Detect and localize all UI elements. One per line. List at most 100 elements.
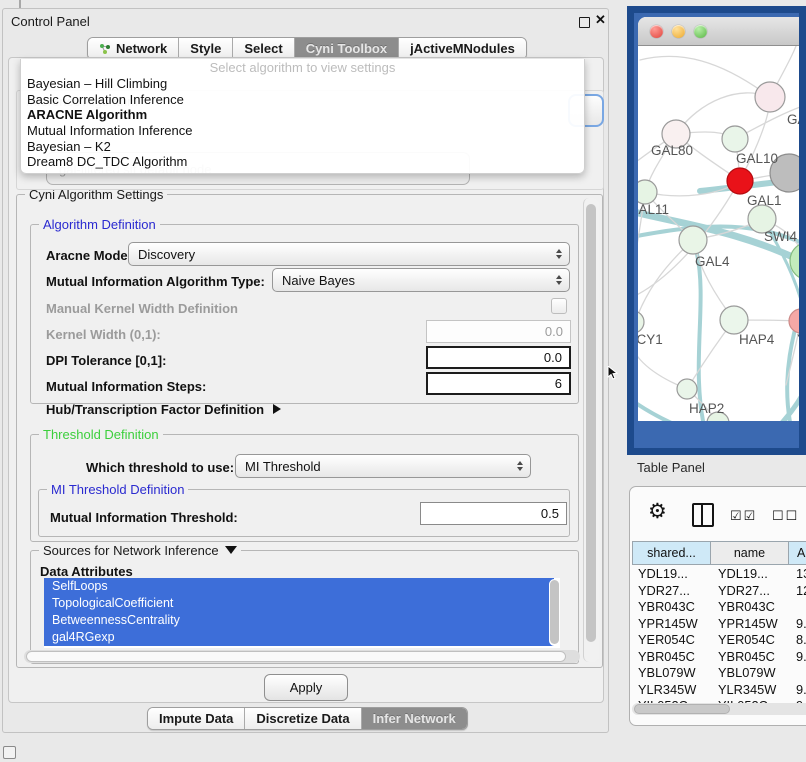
network-window-titlebar[interactable] [638, 17, 806, 46]
table-row[interactable]: YBR045C YBR045C 9. [632, 649, 806, 666]
dpi-tolerance-field[interactable]: 0.0 [426, 346, 571, 369]
algorithm-option[interactable]: ARACNE Algorithm [21, 107, 584, 123]
mi-steps-field[interactable]: 6 [426, 372, 571, 395]
algorithm-option[interactable]: Bayesian – K2 [21, 139, 584, 155]
network-edge[interactable] [640, 56, 770, 97]
cell-shared-name: YER054C [632, 632, 711, 649]
tab-cyni-toolbox[interactable]: Cyni Toolbox [295, 38, 399, 59]
table-hscrollbar[interactable] [632, 703, 806, 715]
gear-icon[interactable]: ⚙ [648, 499, 667, 524]
aracne-mode-label: Aracne Mode: [46, 248, 132, 263]
settings-scrollbar[interactable] [583, 198, 599, 662]
settings-hscrollbar[interactable] [24, 650, 580, 663]
checked-boxes-icon[interactable]: ☑☑ [730, 508, 757, 524]
tab-discretize-data[interactable]: Discretize Data [245, 708, 361, 729]
data-attribute-item[interactable]: BetweennessCentrality [44, 612, 554, 629]
close-icon[interactable]: ✕ [595, 12, 606, 28]
cell-shared-name: YPR145W [632, 616, 711, 633]
data-attribute-item[interactable]: SelfLoops [44, 578, 554, 595]
mi-threshold-field[interactable]: 0.5 [420, 502, 567, 525]
cell-value [789, 665, 806, 682]
minimize-traffic-light-icon[interactable] [672, 25, 685, 38]
attributes-scrollbar-thumb[interactable] [550, 580, 559, 644]
network-node[interactable] [720, 306, 748, 334]
column-header-name[interactable]: name [711, 541, 789, 565]
apply-button[interactable]: Apply [264, 674, 348, 701]
column-header-third[interactable]: A [789, 541, 806, 565]
cell-shared-name: YBR045C [632, 649, 711, 666]
network-node-label: GAL1 [747, 193, 782, 208]
tab-jactivemnodules[interactable]: jActiveMNodules [399, 38, 526, 59]
mouse-cursor [607, 366, 619, 380]
attributes-scrollbar[interactable] [549, 579, 560, 646]
network-node[interactable] [638, 311, 644, 333]
tab-network[interactable]: Network [88, 38, 179, 59]
network-node[interactable] [727, 168, 753, 194]
network-edge[interactable] [744, 384, 806, 421]
minimized-panel-icon[interactable] [3, 746, 16, 759]
network-node-label: GAL10 [736, 151, 778, 166]
tab-infer-network[interactable]: Infer Network [362, 708, 467, 729]
network-edge[interactable] [770, 232, 806, 320]
close-traffic-light-icon[interactable] [650, 25, 663, 38]
algorithm-option[interactable]: Mutual Information Inference [21, 123, 584, 139]
network-edge[interactable] [697, 254, 703, 421]
data-attribute-item[interactable]: gal4RGexp [44, 629, 554, 646]
network-edge[interactable] [645, 181, 740, 196]
network-icon [99, 43, 112, 55]
mi-algorithm-type-label: Mutual Information Algorithm Type: [46, 274, 265, 289]
table-row[interactable]: YPR145W YPR145W 9. [632, 616, 806, 633]
algorithm-option[interactable]: Dream8 DC_TDC Algorithm [21, 154, 584, 170]
network-node[interactable] [789, 309, 806, 333]
network-window: GALGAL80GAL10GAL1GAL11SWI4GAL4GCY1HAP4YH… [638, 17, 806, 421]
which-threshold-combobox[interactable]: MI Threshold [235, 454, 531, 478]
network-node[interactable] [755, 82, 785, 112]
network-canvas[interactable]: GALGAL80GAL10GAL1GAL11SWI4GAL4GCY1HAP4YH… [638, 46, 806, 421]
hub-transcription-factor-expander[interactable]: Hub/Transcription Factor Definition [46, 402, 281, 417]
cyni-toolbox-panel: Inference Algorithm gal-filtered sif def… [8, 57, 604, 703]
stepper-arrows-icon [517, 461, 523, 471]
settings-scrollbar-thumb[interactable] [586, 204, 596, 642]
algorithm-option[interactable]: Basic Correlation Inference [21, 92, 584, 108]
sources-title[interactable]: Sources for Network Inference [39, 543, 241, 558]
tab-impute-data[interactable]: Impute Data [148, 708, 245, 729]
column-header-shared-name[interactable]: shared... [632, 541, 711, 565]
mi-algorithm-type-combobox[interactable]: Naive Bayes [272, 268, 570, 292]
algorithm-option[interactable]: Bayesian – Hill Climbing [21, 76, 584, 92]
tab-infer-network-label: Infer Network [373, 711, 456, 726]
aracne-mode-value: Discovery [138, 247, 195, 262]
network-node[interactable] [679, 226, 707, 254]
cell-value [789, 599, 806, 616]
expand-right-icon [273, 404, 281, 414]
network-node[interactable] [677, 379, 697, 399]
data-attribute-item[interactable]: TopologicalCoefficient [44, 595, 554, 612]
aracne-mode-combobox[interactable]: Discovery [128, 242, 570, 266]
table-row[interactable]: YDR27... YDR27... 12 [632, 583, 806, 600]
settings-hscrollbar-thumb[interactable] [26, 651, 566, 662]
kernel-width-field[interactable]: 0.0 [426, 320, 571, 343]
cell-name: YPR145W [711, 616, 789, 633]
network-node[interactable] [722, 126, 748, 152]
tab-style[interactable]: Style [179, 38, 233, 59]
table-row[interactable]: YDL19... YDL19... 13 [632, 566, 806, 583]
network-edge[interactable] [638, 240, 693, 322]
manual-kernel-width-label: Manual Kernel Width Definition [46, 301, 238, 316]
zoom-traffic-light-icon[interactable] [694, 25, 707, 38]
cell-name: YDL19... [711, 566, 789, 583]
network-node-label: HAP4 [739, 332, 775, 347]
table-panel-title: Table Panel [637, 460, 705, 475]
float-window-icon[interactable] [579, 17, 590, 28]
data-attributes-list: SelfLoopsTopologicalCoefficientBetweenne… [44, 578, 560, 648]
manual-kernel-width-checkbox[interactable] [551, 298, 567, 314]
split-columns-icon[interactable] [692, 503, 714, 527]
table-row[interactable]: YBR043C YBR043C [632, 599, 806, 616]
tab-select[interactable]: Select [233, 38, 294, 59]
network-node[interactable] [638, 180, 657, 204]
kernel-width-label: Kernel Width (0,1): [46, 327, 161, 342]
unchecked-boxes-icon[interactable]: ☐☐ [772, 508, 799, 524]
table-row[interactable]: YER054C YER054C 8. [632, 632, 806, 649]
cell-name: YDR27... [711, 583, 789, 600]
table-row[interactable]: YBL079W YBL079W [632, 665, 806, 682]
table-hscrollbar-thumb[interactable] [634, 704, 730, 714]
table-row[interactable]: YLR345W YLR345W 9. [632, 682, 806, 699]
